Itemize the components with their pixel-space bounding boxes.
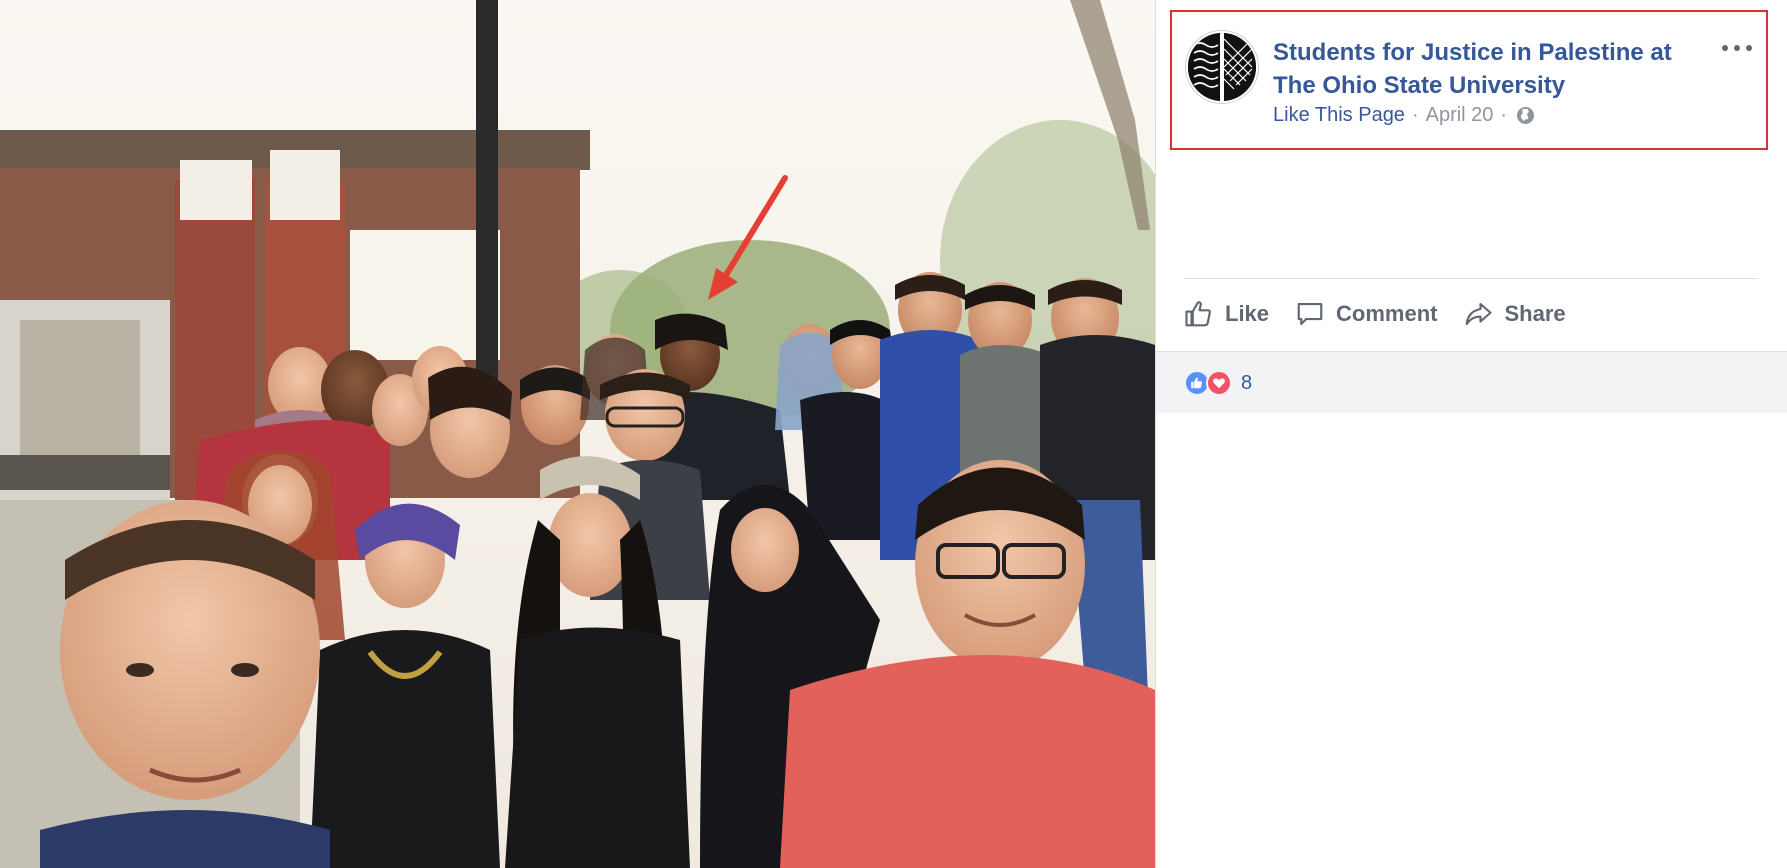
- page-avatar[interactable]: [1186, 31, 1258, 103]
- share-label: Share: [1504, 301, 1566, 326]
- dot: [1746, 45, 1752, 51]
- reactions-bar: 8: [1156, 351, 1787, 413]
- globe-icon[interactable]: [1516, 106, 1535, 125]
- dot: [1734, 45, 1740, 51]
- group-photo-image: [0, 0, 1155, 868]
- comment-label: Comment: [1336, 301, 1438, 326]
- like-label: Like: [1225, 301, 1270, 326]
- post-header-highlight: Students for Justice in Palestine at The…: [1170, 10, 1768, 150]
- reaction-count[interactable]: 8: [1241, 372, 1252, 395]
- keffiyeh-logo-icon: [1188, 33, 1256, 101]
- post-sidebar: Students for Justice in Palestine at The…: [1155, 0, 1787, 868]
- comment-bubble-icon: [1297, 302, 1323, 326]
- reactions-summary[interactable]: 8: [1184, 370, 1252, 396]
- actions-divider: [1184, 278, 1758, 279]
- comment-button[interactable]: Comment: [1295, 299, 1437, 329]
- thumbs-up-icon: [1185, 301, 1211, 327]
- page-name-link[interactable]: Students for Justice in Palestine at The…: [1273, 36, 1693, 102]
- like-button[interactable]: Like: [1184, 299, 1269, 329]
- share-arrow-icon: [1466, 302, 1493, 326]
- like-this-page-link[interactable]: Like This Page: [1273, 104, 1405, 127]
- post-meta: Like This Page · April 20 ·: [1273, 104, 1535, 127]
- dot: [1722, 45, 1728, 51]
- post-date[interactable]: April 20: [1426, 104, 1494, 127]
- post-actions: Like Comment Share: [1184, 290, 1592, 338]
- photo-viewer: Students for Justice in Palestine at The…: [0, 0, 1787, 868]
- share-button[interactable]: Share: [1463, 299, 1566, 329]
- love-reaction-icon: [1206, 370, 1232, 396]
- more-options-icon[interactable]: [1722, 38, 1752, 58]
- meta-separator: ·: [1500, 104, 1508, 126]
- meta-separator: ·: [1411, 104, 1419, 126]
- post-photo[interactable]: [0, 0, 1155, 868]
